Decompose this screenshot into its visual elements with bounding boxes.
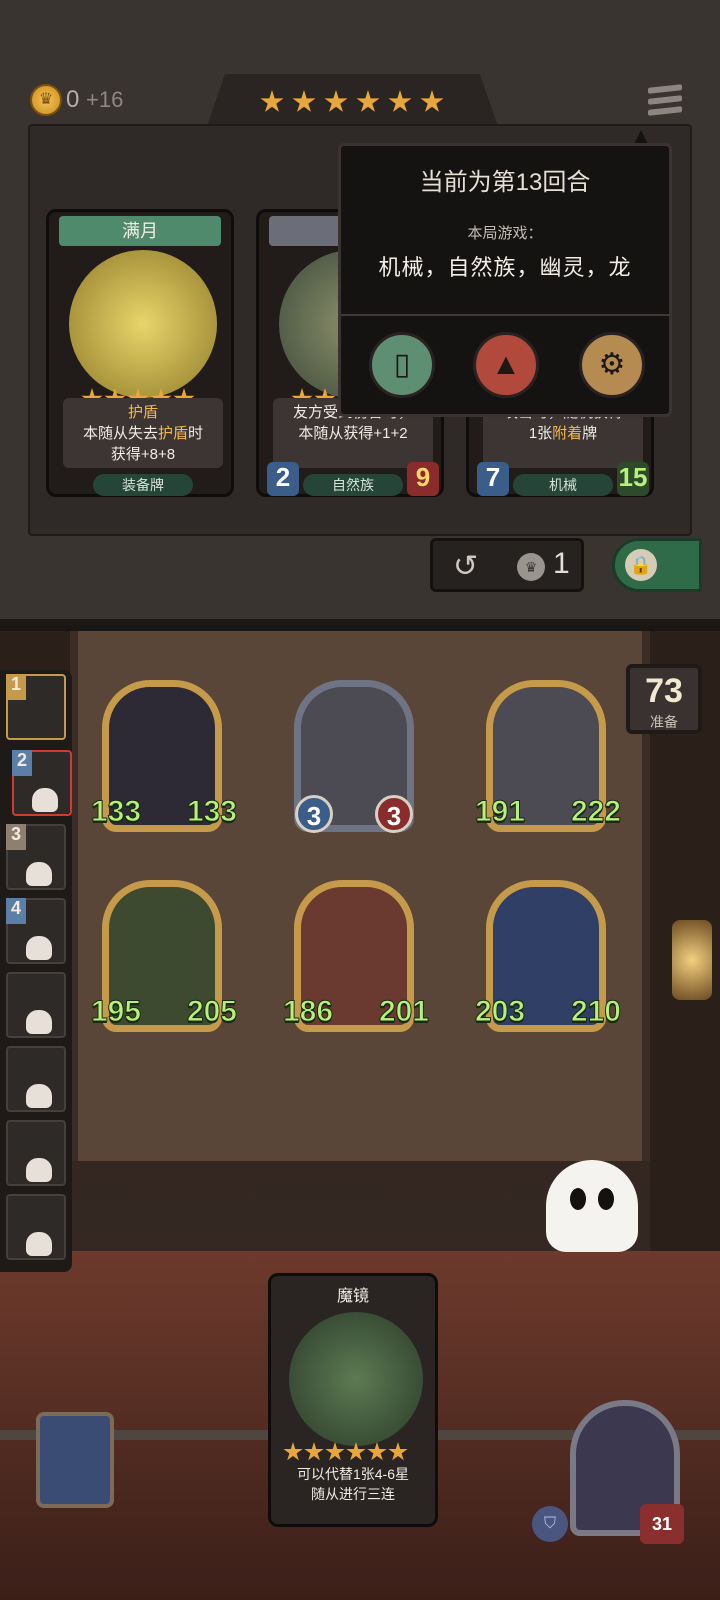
lamp-icon (672, 920, 712, 1000)
moon-art (69, 250, 217, 398)
skull-icon (26, 1010, 52, 1034)
menu-button[interactable] (648, 84, 682, 118)
round-text: 当前为第13回合 (419, 169, 591, 196)
player-portrait[interactable] (6, 972, 66, 1038)
minion-health: 205 (186, 995, 237, 1029)
settings-button[interactable]: ⚙ (579, 332, 645, 398)
minion-attack: 133 (90, 795, 142, 829)
game-tribes-label: 本局游戏： (467, 225, 543, 242)
book-icon: ▯ (393, 348, 411, 381)
player-portrait[interactable] (6, 1194, 66, 1260)
minion-health: 133 (186, 795, 237, 829)
minion-attack: 191 (474, 795, 526, 829)
player-portrait[interactable]: 2 (12, 750, 72, 816)
board-minion[interactable]: 195 205 (90, 880, 238, 1032)
player-portrait[interactable]: 4 (6, 898, 66, 964)
star-icon (260, 90, 284, 112)
player-portrait[interactable]: 3 (6, 824, 66, 890)
game-tribes: 机械，自然族，幽灵，龙 (378, 255, 632, 280)
refresh-cost: 1 (553, 547, 570, 580)
hero-health: 31 (640, 1504, 684, 1544)
minion-health: 210 (570, 995, 621, 1029)
lock-icon: 🔒 (625, 549, 657, 581)
minion-attack: 203 (474, 995, 526, 1029)
player-portrait[interactable] (6, 1046, 66, 1112)
gold-income: +16 (86, 87, 124, 112)
ready-timer[interactable]: 73 准备 (626, 664, 702, 734)
hero-hat-button[interactable]: ▲ (473, 332, 539, 398)
gold-counter: 0 +16 (66, 86, 123, 114)
rank-badge: 3 (6, 824, 26, 850)
ready-label: 准备 (650, 714, 678, 730)
card-title: 魔镜 (336, 1288, 369, 1305)
star-icon (292, 90, 316, 112)
shop-panel: ♛ 0 +16 满月 护盾 本随从失去护盾时 获得+8+8 装备牌 苍 (0, 0, 720, 625)
gear-icon: ⚙ (598, 348, 626, 381)
board-minion[interactable]: 191 222 (474, 680, 622, 832)
ghost-mascot (546, 1160, 638, 1252)
pet-portrait[interactable] (36, 1412, 114, 1508)
codex-button[interactable]: ▯ (369, 332, 435, 398)
gold-value: 0 (66, 86, 80, 113)
shop-card-full-moon[interactable]: 满月 护盾 本随从失去护盾时 获得+8+8 装备牌 (46, 209, 234, 497)
rank-badge: 4 (6, 898, 26, 924)
player-list: 1 2 3 4 (0, 670, 72, 1272)
minion-health: 201 (378, 995, 429, 1029)
hand-card-magic-mirror[interactable]: 魔镜 可以代替1张4-6星 随从进行三连 (268, 1273, 438, 1527)
rank-badge: 2 (12, 750, 32, 776)
card-health: 9 (407, 462, 439, 496)
skull-icon (26, 1232, 52, 1256)
coin-icon: ♛ (517, 553, 545, 581)
card-health: 15 (617, 462, 649, 496)
minion-attack: 195 (90, 995, 142, 1029)
hat-icon: ▲ (491, 348, 521, 381)
tavern-stars (260, 90, 444, 114)
card-attack: 7 (477, 462, 509, 496)
player-portrait[interactable] (6, 1120, 66, 1186)
board-minion[interactable]: 186 201 (282, 880, 430, 1032)
star-icon (324, 90, 348, 112)
player-portrait[interactable]: 1 (6, 674, 66, 740)
card-tag: 机械 (513, 474, 613, 496)
card-description: 可以代替1张4-6星 随从进行三连 (296, 1466, 410, 1502)
skull-icon (26, 1158, 52, 1182)
card-attack: 2 (267, 462, 299, 496)
skull-icon (26, 862, 52, 886)
card-description: 护盾 本随从失去护盾时 获得+8+8 (63, 398, 223, 468)
skull-icon (26, 936, 52, 960)
card-stars (283, 1442, 408, 1462)
divider (341, 314, 669, 316)
star-icon (420, 90, 444, 112)
minion-health: 222 (570, 795, 621, 829)
freeze-button[interactable]: 🔒 (612, 538, 702, 592)
minion-attack: 186 (282, 995, 334, 1029)
mirror-art (289, 1312, 423, 1446)
refresh-button[interactable]: ↺ ♛ 1 (430, 538, 584, 592)
hamburger-menu-icon (648, 84, 682, 94)
minion-health: 3 (375, 795, 413, 833)
star-icon (388, 90, 412, 112)
star-icon (356, 90, 380, 112)
board-minion[interactable]: 3 3 (294, 680, 414, 833)
card-title: 满月 (59, 216, 221, 246)
refresh-icon: ↺ (453, 550, 479, 583)
skull-icon (26, 1084, 52, 1108)
board-minion[interactable]: 133 133 (90, 680, 238, 832)
card-tag: 自然族 (303, 474, 403, 496)
board-minion[interactable]: 203 210 (474, 880, 622, 1032)
round-info-popup: 当前为第13回合 本局游戏： 机械，自然族，幽灵，龙 ▯ ▲ ⚙ (338, 143, 672, 417)
rank-badge: 1 (6, 674, 26, 700)
ready-countdown: 73 (645, 672, 683, 710)
shield-icon: ⛉ (532, 1506, 568, 1542)
minion-attack: 3 (295, 795, 333, 833)
card-tag: 装备牌 (93, 474, 193, 496)
coin-icon: ♛ (30, 84, 62, 116)
skull-icon (32, 788, 58, 812)
